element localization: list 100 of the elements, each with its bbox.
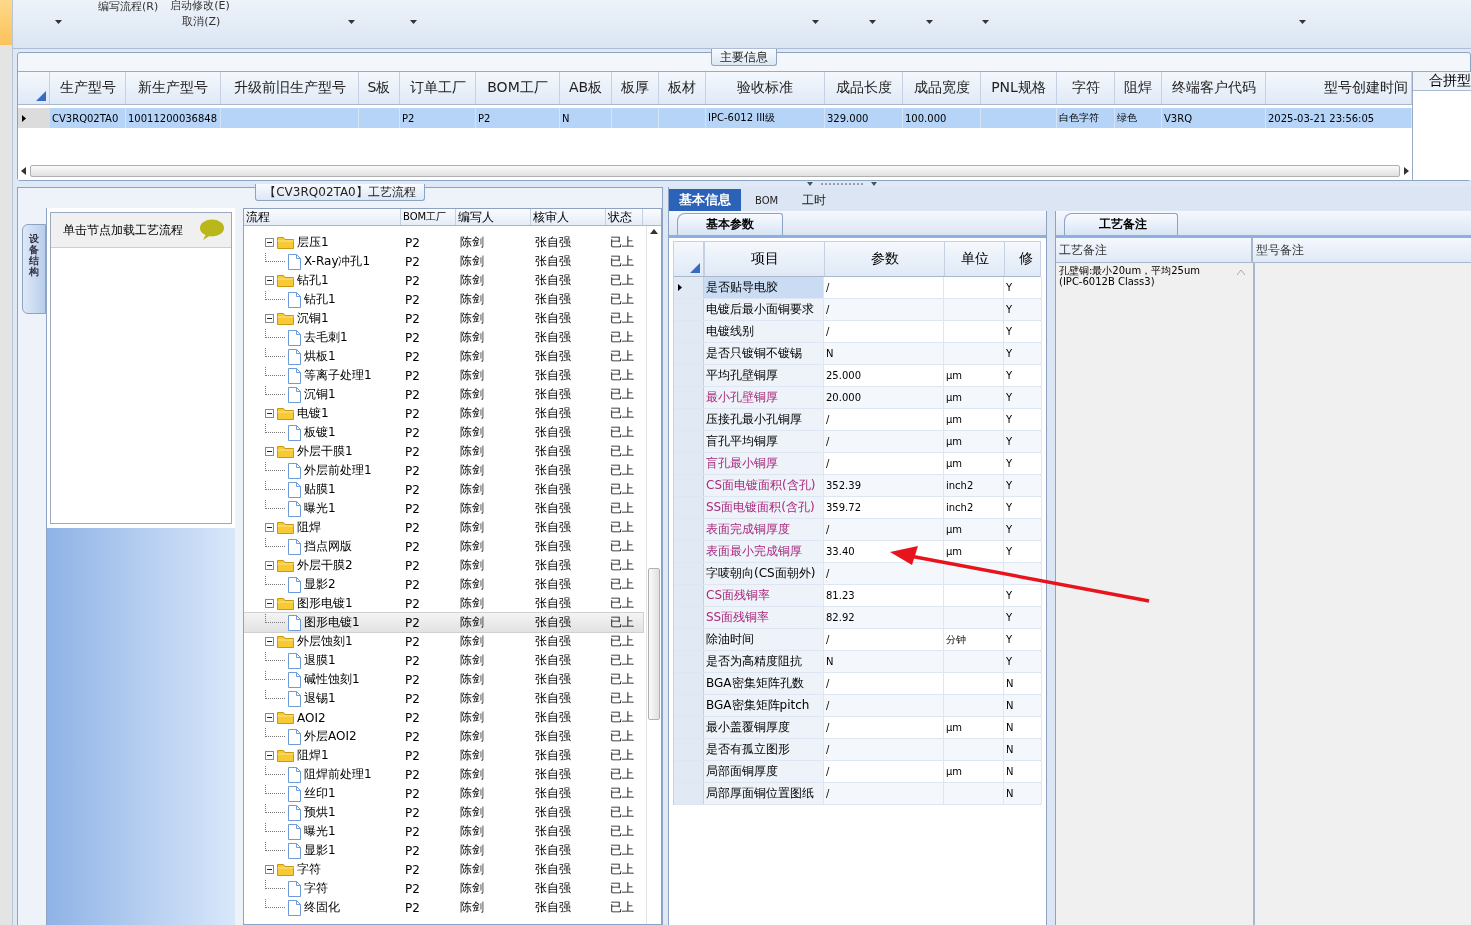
caret-icon[interactable] <box>347 20 355 24</box>
table-row[interactable]: 表面完成铜厚度 / μm Y <box>674 519 1040 541</box>
tab[interactable]: 工时 <box>792 189 837 211</box>
tree-row[interactable]: 曝光1 P2 陈剑 张自强 已上 <box>244 822 643 841</box>
column-header[interactable]: 核审人 <box>531 209 606 225</box>
caret-icon[interactable] <box>55 20 62 24</box>
table-row[interactable]: 是否有孤立图形 / N <box>674 739 1040 761</box>
table-row[interactable]: CS面残铜率 81.23 Y <box>674 585 1040 607</box>
caret-icon[interactable] <box>981 20 989 24</box>
tree-row[interactable]: 钻孔1 P2 陈剑 张自强 已上 <box>244 271 643 290</box>
collapse-icon[interactable] <box>265 637 274 646</box>
tree-row[interactable]: 电镀1 P2 陈剑 张自强 已上 <box>244 404 643 423</box>
tree-row[interactable]: 碱性蚀刻1 P2 陈剑 张自强 已上 <box>244 670 643 689</box>
tree-row[interactable]: 阻焊1 P2 陈剑 张自强 已上 <box>244 746 643 765</box>
column-header[interactable]: 生产型号 <box>50 72 126 104</box>
collapse-icon[interactable] <box>265 276 274 285</box>
scroll-right-icon[interactable] <box>1404 167 1409 175</box>
tree-row[interactable]: 显影2 P2 陈剑 张自强 已上 <box>244 575 643 594</box>
tree-row[interactable]: 外层AOI2 P2 陈剑 张自强 已上 <box>244 727 643 746</box>
collapse-icon[interactable] <box>265 561 274 570</box>
tree-row[interactable]: 字符 P2 陈剑 张自强 已上 <box>244 860 643 879</box>
column-header[interactable]: 字符 <box>1057 72 1115 104</box>
tree-row[interactable]: 外层干膜1 P2 陈剑 张自强 已上 <box>244 442 643 461</box>
tree-row[interactable]: 字符 P2 陈剑 张自强 已上 <box>244 879 643 898</box>
caret-icon[interactable] <box>925 20 933 24</box>
column-header[interactable]: 参数 <box>824 242 944 276</box>
table-row[interactable]: 表面最小完成铜厚 33.40 μm Y <box>674 541 1040 563</box>
table-row[interactable]: 盲孔平均铜厚 / μm Y <box>674 431 1040 453</box>
column-header[interactable]: 升级前旧生产型号 <box>221 72 359 104</box>
caret-icon[interactable] <box>811 20 819 24</box>
vertical-tab[interactable]: 设备结构 <box>22 224 46 314</box>
column-header[interactable]: 成品长度 <box>825 72 903 104</box>
collapse-icon[interactable] <box>265 865 274 874</box>
collapse-icon[interactable] <box>265 314 274 323</box>
table-row[interactable]: 是否为高精度阻抗 N Y <box>674 651 1040 673</box>
tree-row[interactable]: 曝光1 P2 陈剑 张自强 已上 <box>244 499 643 518</box>
tab[interactable]: 工艺备注 <box>1064 213 1178 235</box>
table-row[interactable]: 字唛朝向(CS面朝外) / <box>674 563 1040 585</box>
column-header[interactable]: 终端客户代码 <box>1162 72 1266 104</box>
column-header[interactable]: 成品宽度 <box>903 72 981 104</box>
tree-row[interactable]: 阻焊 P2 陈剑 张自强 已上 <box>244 518 643 537</box>
table-row[interactable]: 局部面铜厚度 / μm N <box>674 761 1040 783</box>
scrollbar-thumb[interactable] <box>648 568 660 720</box>
collapse-icon[interactable] <box>265 409 274 418</box>
tree-row[interactable]: 图形电镀1 P2 陈剑 张自强 已上 <box>244 594 643 613</box>
table-row[interactable]: BGA密集矩阵孔数 / N <box>674 673 1040 695</box>
tree-row[interactable]: 退膜1 P2 陈剑 张自强 已上 <box>244 651 643 670</box>
table-row[interactable]: 最小盖覆铜厚度 / μm N <box>674 717 1040 739</box>
column-header[interactable]: 订单工厂 <box>400 72 476 104</box>
column-header[interactable]: AB板 <box>560 72 612 104</box>
toolbar-item[interactable]: 取消(Z) <box>182 15 230 29</box>
tree-row[interactable]: 外层蚀刻1 P2 陈剑 张自强 已上 <box>244 632 643 651</box>
table-row[interactable]: SS面残铜率 82.92 Y <box>674 607 1040 629</box>
tree-row[interactable]: 等离子处理1 P2 陈剑 张自强 已上 <box>244 366 643 385</box>
column-header[interactable]: 修 <box>1004 242 1042 276</box>
column-header[interactable]: 阻焊 <box>1115 72 1162 104</box>
column-header[interactable]: 型号备注 <box>1253 238 1471 262</box>
collapse-icon[interactable] <box>265 447 274 456</box>
tree-row[interactable]: 外层干膜2 P2 陈剑 张自强 已上 <box>244 556 643 575</box>
tree-row[interactable]: X-Ray冲孔1 P2 陈剑 张自强 已上 <box>244 252 643 271</box>
tree-row[interactable]: 钻孔1 P2 陈剑 张自强 已上 <box>244 290 643 309</box>
tree-row[interactable]: 贴膜1 P2 陈剑 张自强 已上 <box>244 480 643 499</box>
tree-row[interactable]: 沉铜1 P2 陈剑 张自强 已上 <box>244 309 643 328</box>
vertical-scrollbar[interactable] <box>646 226 661 924</box>
table-row[interactable]: BGA密集矩阵pitch / N <box>674 695 1040 717</box>
collapse-icon[interactable] <box>265 523 274 532</box>
column-header[interactable]: 编写人 <box>456 209 531 225</box>
column-header[interactable]: 项目 <box>704 242 824 276</box>
tree-row[interactable]: 挡点网版 P2 陈剑 张自强 已上 <box>244 537 643 556</box>
tree-row[interactable]: 丝印1 P2 陈剑 张自强 已上 <box>244 784 643 803</box>
collapse-icon[interactable] <box>265 238 274 247</box>
column-header[interactable]: 型号创建时间 <box>1266 72 1412 104</box>
table-row[interactable]: 是否只镀铜不镀锡 N Y <box>674 343 1040 365</box>
column-header[interactable]: BOM工厂 <box>476 72 560 104</box>
table-row[interactable]: 平均孔壁铜厚 25.000 μm Y <box>674 365 1040 387</box>
column-header[interactable]: BOM工厂 <box>401 209 456 225</box>
column-header[interactable]: PNL规格 <box>981 72 1057 104</box>
scroll-up-icon[interactable] <box>650 229 658 234</box>
table-row[interactable]: 是否贴导电胶 / Y <box>674 277 1040 299</box>
tree-row[interactable]: 预烘1 P2 陈剑 张自强 已上 <box>244 803 643 822</box>
table-row[interactable]: 局部厚面铜位置图纸 / N <box>674 783 1040 805</box>
splitter-handle-icon[interactable] <box>807 181 877 187</box>
column-header[interactable]: 工艺备注 <box>1056 238 1253 262</box>
column-header[interactable]: 板厚 <box>612 72 659 104</box>
collapse-icon[interactable] <box>265 599 274 608</box>
table-row[interactable]: 电镀线别 / Y <box>674 321 1040 343</box>
collapse-icon[interactable] <box>265 713 274 722</box>
table-row[interactable]: 除油时间 / 分钟 Y <box>674 629 1040 651</box>
column-header[interactable]: 流程 <box>244 209 401 225</box>
tree-row[interactable]: 阻焊前处理1 P2 陈剑 张自强 已上 <box>244 765 643 784</box>
column-header[interactable]: 合拼型 <box>1413 72 1471 91</box>
tab[interactable]: BOM <box>745 189 789 211</box>
tree-row[interactable]: 终固化 P2 陈剑 张自强 已上 <box>244 898 643 917</box>
caret-icon[interactable] <box>409 20 417 24</box>
tree-row[interactable]: 显影1 P2 陈剑 张自强 已上 <box>244 841 643 860</box>
column-header[interactable]: 板材 <box>659 72 706 104</box>
table-row[interactable]: 压接孔最小孔铜厚 / μm Y <box>674 409 1040 431</box>
table-row[interactable]: SS面电镀面积(含孔) 359.72 inch2 Y <box>674 497 1040 519</box>
toolbar-item[interactable]: 启动修改(E) <box>170 0 230 13</box>
column-header[interactable]: S板 <box>359 72 400 104</box>
